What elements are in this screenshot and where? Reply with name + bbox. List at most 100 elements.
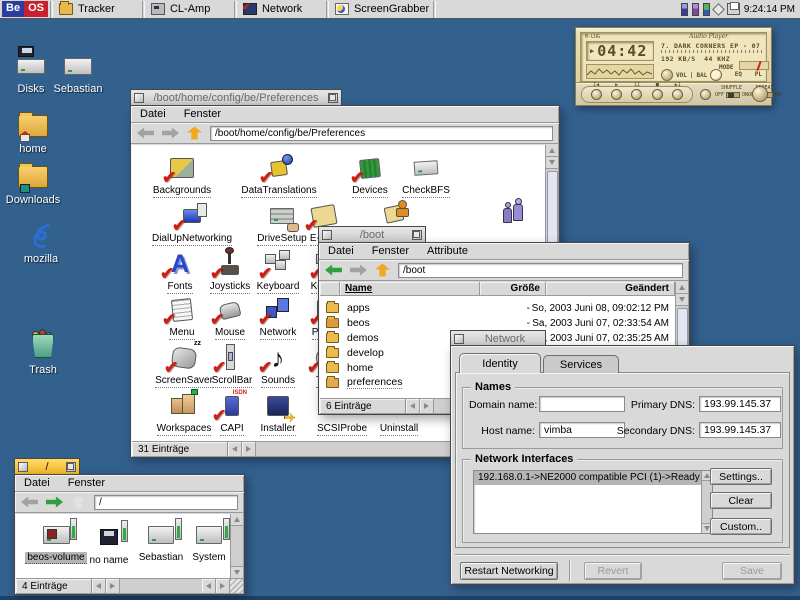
- scroll-right-icon[interactable]: [420, 399, 434, 413]
- up-arrow-icon[interactable]: [187, 127, 202, 140]
- forward-arrow-icon[interactable]: [46, 497, 63, 508]
- scroll-down-icon[interactable]: [231, 566, 243, 578]
- up-arrow-icon[interactable]: [375, 264, 390, 277]
- back-arrow-icon[interactable]: [21, 497, 38, 508]
- pref-item-backgrounds[interactable]: ✔ Backgrounds: [136, 154, 228, 198]
- menu-fenster[interactable]: Fenster: [68, 477, 105, 489]
- playlist-button[interactable]: PL: [755, 71, 762, 78]
- boot-row-demos[interactable]: demos: [326, 330, 379, 345]
- desktop-icon-home[interactable]: home: [0, 112, 71, 155]
- column-modified[interactable]: Geändert: [546, 282, 675, 295]
- pref-item-datatranslations[interactable]: ✔ DataTranslations: [233, 154, 325, 198]
- seek-ruler[interactable]: [661, 50, 762, 53]
- volume-knob[interactable]: [661, 69, 673, 81]
- desktop-icon-sebastian[interactable]: Sebastian: [40, 52, 116, 95]
- scroll-right-icon[interactable]: [216, 579, 230, 593]
- up-arrow-icon[interactable]: [71, 496, 86, 509]
- path-field[interactable]: /boot/home/config/be/Preferences: [210, 126, 553, 141]
- scroll-left-icon[interactable]: [202, 579, 216, 593]
- pref-item-checkbfs[interactable]: CheckBFS: [380, 154, 472, 198]
- deskbar-app-tracker[interactable]: Tracker: [55, 0, 140, 18]
- back-arrow-icon[interactable]: [325, 265, 342, 276]
- settings-button[interactable]: Settings..: [710, 468, 772, 485]
- shuffle-toggle[interactable]: SHUFFLE OFFON: [715, 85, 748, 98]
- revert-button[interactable]: Revert: [584, 562, 642, 580]
- deskbar-app-screengrabber[interactable]: ScreenGrabber: [331, 0, 431, 18]
- tab-services[interactable]: Services: [543, 355, 619, 373]
- restart-networking-button[interactable]: Restart Networking: [460, 562, 558, 580]
- screengrabber-tray-icon[interactable]: [727, 3, 740, 15]
- workspace-indicator[interactable]: [692, 3, 699, 16]
- eject-knob[interactable]: [752, 86, 768, 102]
- pause-button[interactable]: II: [631, 89, 642, 100]
- scroll-left-icon[interactable]: [92, 579, 106, 593]
- prefs-window-tab[interactable]: /boot/home/config/be/Preferences: [130, 89, 342, 105]
- pref-item-people[interactable]: [468, 200, 545, 232]
- workspace-indicator[interactable]: [703, 3, 710, 16]
- next-button[interactable]: ▶I: [672, 89, 683, 100]
- shuffle-switch[interactable]: [726, 92, 740, 98]
- close-icon[interactable]: [454, 334, 464, 344]
- desktop-icon-downloads[interactable]: Downloads: [0, 163, 71, 206]
- menu-fenster[interactable]: Fenster: [184, 108, 221, 120]
- path-field[interactable]: /: [94, 495, 238, 510]
- desktop-icon-trash[interactable]: Trash: [5, 327, 81, 376]
- desktop-icon-mozilla[interactable]: mozilla: [3, 222, 79, 265]
- workspace-indicator[interactable]: [681, 3, 688, 16]
- interfaces-list[interactable]: 192.168.0.1->NE2000 compatible PCI (1)->…: [473, 470, 713, 534]
- scroll-right-icon[interactable]: [106, 579, 120, 593]
- root-window-tab[interactable]: /: [14, 458, 80, 474]
- network-window-tab[interactable]: Network: [450, 330, 546, 346]
- domain-field[interactable]: [539, 396, 625, 412]
- interface-row-selected[interactable]: 192.168.0.1->NE2000 compatible PCI (1)->…: [474, 471, 701, 485]
- boot-window-tab[interactable]: /boot: [318, 226, 426, 242]
- boot-row-preferences[interactable]: preferences: [326, 375, 402, 390]
- seek-knob[interactable]: [700, 89, 711, 100]
- previous-button[interactable]: I◀: [591, 89, 602, 100]
- menu-datei[interactable]: Datei: [328, 245, 354, 257]
- secondary-dns-field[interactable]: 193.99.145.37: [699, 422, 781, 438]
- scroll-up-icon[interactable]: [546, 145, 558, 157]
- boot-row-beos[interactable]: beos: [326, 315, 370, 330]
- zoom-icon[interactable]: [66, 462, 76, 472]
- path-field[interactable]: /boot: [398, 263, 683, 278]
- forward-arrow-icon[interactable]: [350, 265, 367, 276]
- boot-row-develop[interactable]: develop: [326, 345, 384, 360]
- mode-slider[interactable]: [739, 61, 769, 70]
- zoom-icon[interactable]: [328, 93, 338, 103]
- column-name[interactable]: Name: [340, 282, 480, 295]
- eq-button[interactable]: EQ: [735, 71, 742, 78]
- menu-datei[interactable]: Datei: [140, 108, 166, 120]
- play-button[interactable]: ▶: [611, 89, 622, 100]
- close-icon[interactable]: [134, 93, 144, 103]
- beos-menu[interactable]: Be OS: [2, 1, 48, 17]
- deskbar-app-network[interactable]: Network: [239, 0, 324, 18]
- menu-fenster[interactable]: Fenster: [372, 245, 409, 257]
- custom-button[interactable]: Custom..: [710, 518, 772, 535]
- pref-item-dialupnetworking[interactable]: ✔ DialUpNetworking: [146, 202, 238, 246]
- forward-arrow-icon[interactable]: [162, 128, 179, 139]
- primary-dns-field[interactable]: 193.99.145.37: [699, 396, 781, 412]
- deskbar-app-clamp[interactable]: CL-Amp: [147, 0, 232, 18]
- root-vertical-scrollbar[interactable]: [230, 514, 243, 578]
- menu-attribute[interactable]: Attribute: [427, 245, 468, 257]
- stop-button[interactable]: ■: [652, 89, 663, 100]
- scroll-down-icon[interactable]: [676, 294, 688, 306]
- scroll-left-icon[interactable]: [406, 399, 420, 413]
- scroll-left-icon[interactable]: [228, 442, 242, 456]
- boot-row-home[interactable]: home: [326, 360, 373, 375]
- column-size[interactable]: Größe: [480, 282, 546, 295]
- boot-row-apps[interactable]: apps: [326, 300, 370, 315]
- scroll-up-icon[interactable]: [231, 514, 243, 526]
- scroll-right-icon[interactable]: [242, 442, 256, 456]
- close-icon[interactable]: [18, 462, 28, 472]
- zoom-icon[interactable]: [412, 230, 422, 240]
- menu-datei[interactable]: Datei: [24, 477, 50, 489]
- icon-column[interactable]: [320, 282, 340, 295]
- clock[interactable]: 9:24:14 PM: [744, 4, 795, 15]
- close-icon[interactable]: [322, 230, 332, 240]
- volume-item-system[interactable]: System: [171, 521, 230, 563]
- balance-knob[interactable]: [710, 69, 722, 81]
- tab-identity[interactable]: Identity: [459, 353, 541, 373]
- save-button[interactable]: Save: [722, 562, 782, 580]
